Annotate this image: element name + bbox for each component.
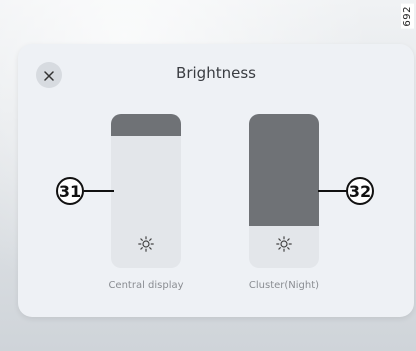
callout-31-line <box>84 190 114 192</box>
cluster-night-brightness-slider[interactable] <box>249 114 319 268</box>
brightness-icon <box>276 236 292 256</box>
cluster-night-brightness-fill <box>249 114 319 226</box>
reference-code: 692 <box>401 4 414 29</box>
central-display-brightness-slider[interactable] <box>111 114 181 268</box>
central-display-label: Central display <box>108 280 184 291</box>
callout-32: 32 <box>346 177 374 205</box>
central-display-brightness-fill <box>111 114 181 136</box>
cluster-night-sun <box>249 236 319 256</box>
dialog-title: Brightness <box>176 64 256 82</box>
central-display-sun <box>111 236 181 256</box>
cluster-night-label: Cluster(Night) <box>248 280 320 291</box>
callout-31: 31 <box>56 177 84 205</box>
callout-32-line <box>318 190 348 192</box>
brightness-icon <box>138 236 154 256</box>
